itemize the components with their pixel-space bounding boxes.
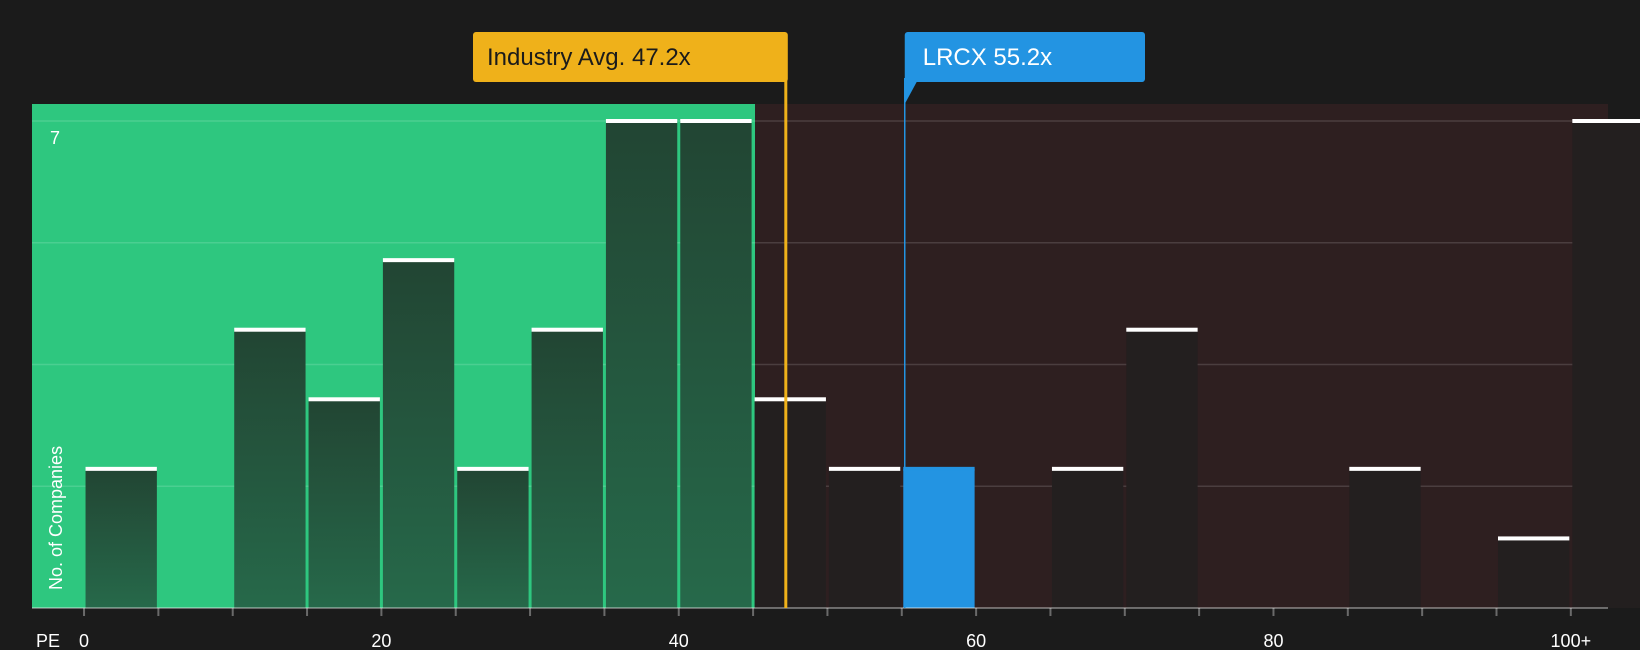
bar: [457, 468, 529, 608]
bar: [903, 468, 975, 608]
company-pointer: [904, 80, 918, 104]
bar-cap: [605, 119, 678, 123]
bar-cap: [234, 327, 306, 332]
bar-cap: [382, 258, 455, 263]
bar-cap: [457, 466, 529, 471]
bar-cap: [85, 466, 157, 471]
bar: [828, 468, 901, 608]
bar: [1349, 468, 1421, 608]
industry-avg-label: Industry Avg. 47.2x: [487, 44, 691, 71]
bar: [1572, 121, 1640, 608]
bar: [85, 468, 157, 608]
x-tick-label: 20: [371, 631, 391, 650]
bar: [382, 260, 455, 608]
bar-cap: [828, 466, 901, 471]
x-tick-label: 80: [1263, 631, 1283, 650]
bar-cap: [1497, 536, 1570, 541]
bar: [234, 329, 306, 608]
bar: [754, 399, 826, 608]
x-axis-label: PE: [36, 631, 60, 650]
bar-cap: [1051, 466, 1124, 471]
bar-cap: [903, 466, 975, 471]
x-tick-label: 0: [79, 631, 89, 650]
bar-cap: [1126, 327, 1198, 332]
x-tick-label: 60: [966, 631, 986, 650]
bar: [1497, 538, 1570, 608]
bar-cap: [754, 397, 826, 402]
industry-avg-callout: Industry Avg. 47.2x: [473, 32, 788, 82]
bar-cap: [680, 119, 752, 123]
y-axis-label: No. of Companies: [46, 446, 66, 590]
x-tick-label: 40: [669, 631, 689, 650]
x-ticks: [83, 608, 1572, 616]
bar: [1126, 329, 1198, 608]
bar-cap: [1572, 119, 1640, 123]
bar: [531, 329, 603, 608]
x-tick-label: 100+: [1551, 631, 1592, 650]
bar: [308, 399, 380, 608]
bar: [605, 121, 678, 608]
bar-cap: [1349, 466, 1421, 471]
company-callout: LRCX 55.2x: [904, 32, 1145, 104]
bar: [680, 121, 752, 608]
pe-distribution-chart: Industry Avg. 47.2x LRCX 55.2x 7 No. of …: [32, 32, 1640, 650]
y-tick-label-max: 7: [50, 128, 60, 148]
bar-cap: [308, 397, 380, 402]
company-pe-label: LRCX 55.2x: [923, 44, 1052, 71]
bar: [1051, 468, 1124, 608]
bar-cap: [531, 327, 603, 332]
x-tick-labels: 0 20 40 60 80 100+: [79, 631, 1591, 650]
